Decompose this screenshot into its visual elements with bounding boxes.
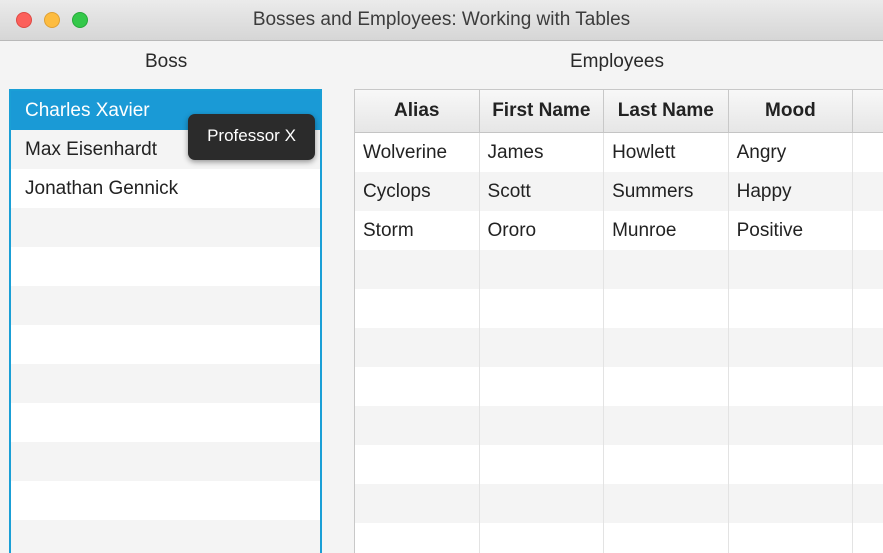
table-cell: Happy (729, 172, 854, 211)
table-cell (729, 328, 854, 367)
table-cell: Angry (729, 133, 854, 172)
table-cell: Ororo (480, 211, 605, 250)
table-cell (480, 250, 605, 289)
table-cell (480, 289, 605, 328)
table-cell: Storm (355, 211, 480, 250)
boss-list-empty-row (11, 286, 320, 325)
boss-tooltip: Professor X (188, 114, 315, 160)
table-cell (729, 367, 854, 406)
table-cell (355, 367, 480, 406)
table-cell (604, 445, 729, 484)
window-title: Bosses and Employees: Working with Table… (252, 9, 631, 30)
boss-list-empty-row (11, 403, 320, 442)
column-header[interactable]: Last Name (604, 90, 729, 132)
table-cell (355, 250, 480, 289)
table-row (355, 523, 883, 553)
boss-list-empty-row (11, 208, 320, 247)
employees-table[interactable]: Alias First Name Last Name Mood Wolverine Ja… (354, 89, 883, 553)
table-row[interactable]: Storm Ororo Munroe Positive (355, 211, 883, 250)
table-cell (729, 445, 854, 484)
boss-list-empty-row (11, 247, 320, 286)
column-header[interactable] (853, 90, 883, 132)
table-cell (729, 484, 854, 523)
table-cell (355, 484, 480, 523)
table-cell (604, 484, 729, 523)
table-header: Alias First Name Last Name Mood (355, 90, 883, 133)
table-cell (355, 406, 480, 445)
table-cell (480, 406, 605, 445)
table-cell (853, 211, 883, 250)
table-row (355, 328, 883, 367)
employees-section-label: Employees (570, 51, 664, 72)
table-cell: Cyclops (355, 172, 480, 211)
table-cell (853, 133, 883, 172)
table-cell (355, 328, 480, 367)
table-cell (729, 250, 854, 289)
column-header[interactable]: Alias (355, 90, 480, 132)
boss-list-item[interactable]: Jonathan Gennick (11, 169, 320, 208)
table-cell (729, 523, 854, 553)
table-cell: Howlett (604, 133, 729, 172)
boss-list-empty-row (11, 364, 320, 403)
table-cell (729, 406, 854, 445)
table-cell: Munroe (604, 211, 729, 250)
table-cell (480, 523, 605, 553)
table-body: Wolverine James Howlett Angry Cyclops Scott Su… (355, 133, 883, 553)
table-cell (853, 445, 883, 484)
table-cell: Positive (729, 211, 854, 250)
table-cell (853, 250, 883, 289)
table-cell (480, 445, 605, 484)
table-cell (604, 250, 729, 289)
column-header[interactable]: Mood (729, 90, 854, 132)
table-row (355, 406, 883, 445)
table-cell (604, 328, 729, 367)
table-cell (604, 367, 729, 406)
table-cell (729, 289, 854, 328)
table-row (355, 484, 883, 523)
title-bar: Bosses and Employees: Working with Table… (0, 0, 883, 41)
table-cell (480, 328, 605, 367)
table-cell (480, 484, 605, 523)
table-cell (853, 328, 883, 367)
table-cell: James (480, 133, 605, 172)
table-cell (355, 289, 480, 328)
table-cell (355, 445, 480, 484)
boss-list-empty-row (11, 520, 320, 553)
table-cell (853, 172, 883, 211)
table-cell (853, 367, 883, 406)
table-row (355, 289, 883, 328)
table-cell (604, 406, 729, 445)
boss-list-empty-row (11, 442, 320, 481)
table-row (355, 250, 883, 289)
table-cell (480, 367, 605, 406)
table-cell (604, 523, 729, 553)
table-cell (853, 406, 883, 445)
table-row[interactable]: Wolverine James Howlett Angry (355, 133, 883, 172)
table-cell (604, 289, 729, 328)
table-cell (355, 523, 480, 553)
boss-list-empty-row (11, 481, 320, 520)
table-cell (853, 289, 883, 328)
table-cell: Wolverine (355, 133, 480, 172)
boss-section-label: Boss (145, 51, 188, 72)
table-cell: Summers (604, 172, 729, 211)
column-header[interactable]: First Name (480, 90, 605, 132)
table-row (355, 445, 883, 484)
table-cell (853, 484, 883, 523)
boss-list-empty-row (11, 325, 320, 364)
table-row[interactable]: Cyclops Scott Summers Happy (355, 172, 883, 211)
app-window: Bosses and Employees: Working with Table… (0, 0, 883, 553)
table-row (355, 367, 883, 406)
table-cell (853, 523, 883, 553)
table-cell: Scott (480, 172, 605, 211)
